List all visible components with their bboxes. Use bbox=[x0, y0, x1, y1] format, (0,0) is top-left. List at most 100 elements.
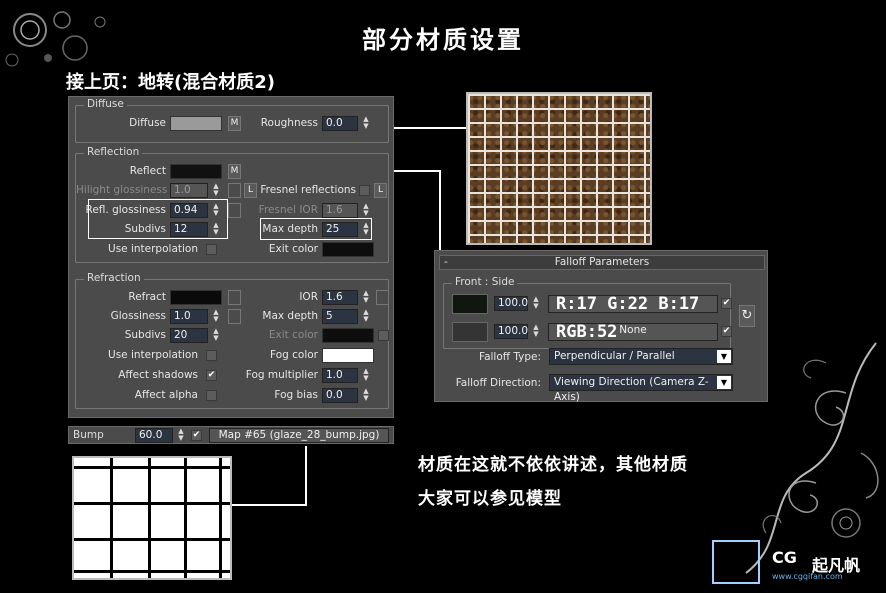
fog-bias-spinner[interactable]: 0.0 bbox=[322, 388, 358, 403]
rollout-collapse-toggle[interactable]: - bbox=[444, 256, 448, 269]
fresnel-ior-label: Fresnel IOR bbox=[258, 204, 318, 216]
highlight-box-max-depth bbox=[260, 218, 372, 240]
reflect-use-interpolation-checkbox[interactable] bbox=[206, 244, 217, 255]
refraction-group-title: Refraction bbox=[84, 272, 144, 284]
refract-exit-color-checkbox[interactable] bbox=[378, 330, 389, 341]
side-color-swatch[interactable] bbox=[452, 322, 488, 342]
falloff-title: Falloff Parameters bbox=[554, 256, 650, 268]
ior-spinner[interactable]: 1.6 bbox=[322, 290, 358, 305]
refract-max-depth-label: Max depth bbox=[262, 310, 318, 322]
refract-gloss-spin-arrows[interactable]: ▲ ▼ bbox=[211, 309, 221, 324]
affect-alpha-label: Affect alpha bbox=[134, 389, 198, 401]
watermark-brand: CG bbox=[772, 548, 797, 567]
fog-mult-spin-arrows[interactable]: ▲ ▼ bbox=[361, 368, 371, 383]
roughness-label: Roughness bbox=[260, 117, 318, 129]
refract-use-interpolation-checkbox[interactable] bbox=[206, 350, 217, 361]
hilight-glossiness-label: Hilight glossiness bbox=[76, 184, 168, 196]
front-spin-arrows[interactable]: ▲ ▼ bbox=[531, 296, 541, 311]
diffuse-label: Diffuse bbox=[129, 117, 166, 129]
note-line-2: 大家可以参见模型 bbox=[418, 489, 562, 509]
diffuse-group: Diffuse Diffuse M Roughness 0.0 ▲ ▼ bbox=[75, 98, 389, 143]
front-rgb-annotation: R:17 G:22 B:17 bbox=[556, 294, 700, 314]
note-line-1: 材质在这就不依依讲述，其他材质 bbox=[418, 455, 688, 475]
slide-title: 部分材质设置 bbox=[362, 26, 524, 54]
affect-alpha-checkbox[interactable] bbox=[206, 390, 217, 401]
refract-max-depth-spinner[interactable]: 5 bbox=[322, 309, 358, 324]
falloff-type-value: Perpendicular / Parallel bbox=[554, 350, 675, 362]
refraction-group: Refraction Refract IOR 1.6 ▲ ▼ Glossiness… bbox=[75, 272, 389, 409]
reflect-exit-color-label: Exit color bbox=[268, 243, 318, 255]
refract-gloss-map-button[interactable] bbox=[228, 309, 241, 324]
ior-map-button[interactable] bbox=[376, 290, 389, 305]
bump-spin-arrows[interactable]: ▲ ▼ bbox=[176, 428, 186, 443]
fog-bias-label: Fog bias bbox=[274, 389, 318, 401]
affect-shadows-label: Affect shadows bbox=[118, 369, 198, 381]
front-map-checkbox[interactable]: ✔ bbox=[721, 298, 732, 309]
falloff-direction-value: Viewing Direction (Camera Z-Axis) bbox=[554, 376, 709, 403]
refract-exit-color-label: Exit color bbox=[268, 329, 318, 341]
refract-color-swatch[interactable] bbox=[170, 290, 222, 305]
reflect-map-button[interactable]: M bbox=[228, 164, 241, 179]
diffuse-group-title: Diffuse bbox=[84, 98, 127, 110]
front-color-swatch[interactable] bbox=[452, 294, 488, 314]
bump-map-button[interactable]: Map #65 (glaze_28_bump.jpg) bbox=[209, 428, 389, 443]
hilight-map-button[interactable] bbox=[228, 183, 241, 198]
reflect-color-swatch[interactable] bbox=[170, 164, 222, 179]
note-text: 材质在这就不依依讲述，其他材质 大家可以参见模型 bbox=[418, 448, 688, 516]
vray-material-panel: Diffuse Diffuse M Roughness 0.0 ▲ ▼ Refle… bbox=[68, 96, 394, 418]
bump-map-row: Bump 60.0 ▲ ▼ ✔ Map #65 (glaze_28_bump.jp… bbox=[68, 426, 394, 444]
bump-amount-spinner[interactable]: 60.0 bbox=[135, 428, 173, 443]
fresnel-lock-button[interactable]: L bbox=[374, 183, 387, 198]
falloff-direction-dropdown[interactable]: Viewing Direction (Camera Z-Axis) ▼ bbox=[549, 374, 733, 403]
front-side-title: Front : Side bbox=[452, 276, 518, 288]
reflection-group-title: Reflection bbox=[84, 146, 143, 158]
refract-exit-color-swatch[interactable] bbox=[322, 328, 374, 343]
fog-bias-spin-arrows[interactable]: ▲ ▼ bbox=[361, 388, 371, 403]
falloff-rollout-header[interactable]: - Falloff Parameters bbox=[439, 255, 765, 270]
fog-color-label: Fog color bbox=[270, 349, 318, 361]
slide-subtitle: 接上页：地转(混合材质2) bbox=[66, 72, 275, 93]
refract-use-interpolation-label: Use interpolation bbox=[108, 349, 198, 361]
refract-label: Refract bbox=[128, 291, 166, 303]
affect-shadows-checkbox[interactable]: ✔ bbox=[206, 370, 217, 381]
reflect-use-interpolation-label: Use interpolation bbox=[108, 243, 198, 255]
refract-glossiness-label: Glossiness bbox=[110, 310, 166, 322]
fresnel-reflections-checkbox[interactable] bbox=[359, 185, 370, 196]
fog-multiplier-label: Fog multiplier bbox=[245, 369, 318, 381]
ior-spin-arrows[interactable]: ▲ ▼ bbox=[361, 290, 371, 305]
bump-enable-checkbox[interactable]: ✔ bbox=[191, 430, 202, 441]
refract-max-depth-spin-arrows[interactable]: ▲ ▼ bbox=[361, 309, 371, 324]
diffuse-color-swatch[interactable] bbox=[170, 116, 222, 131]
reflection-group: Reflection Reflect M Hilight glossiness … bbox=[75, 146, 389, 263]
reflect-exit-color-swatch[interactable] bbox=[322, 242, 374, 257]
refract-map-button[interactable] bbox=[228, 290, 241, 305]
fog-color-swatch[interactable] bbox=[322, 348, 374, 363]
floor-tile-diffuse-texture bbox=[466, 92, 652, 245]
fresnel-ior-spinner[interactable]: 1.6 bbox=[322, 203, 358, 218]
refract-glossiness-spinner[interactable]: 1.0 bbox=[170, 309, 208, 324]
hilight-glossiness-spinner[interactable]: 1.0 bbox=[170, 183, 208, 198]
fog-multiplier-spinner[interactable]: 1.0 bbox=[322, 368, 358, 383]
side-spin-arrows[interactable]: ▲ ▼ bbox=[531, 324, 541, 339]
fresnel-reflections-label: Fresnel reflections bbox=[260, 184, 356, 196]
highlight-box-glossiness bbox=[88, 199, 228, 239]
bump-label: Bump bbox=[73, 429, 104, 441]
diffuse-map-button[interactable]: M bbox=[228, 116, 241, 131]
falloff-type-label: Falloff Type: bbox=[479, 351, 541, 363]
falloff-direction-label: Falloff Direction: bbox=[455, 377, 541, 389]
roughness-spinner[interactable]: 0.0 bbox=[322, 116, 358, 131]
roughness-spin-arrows[interactable]: ▲ ▼ bbox=[361, 116, 371, 131]
refl-gloss-map-button[interactable] bbox=[228, 203, 241, 218]
fresnel-ior-spin-arrows[interactable]: ▲ ▼ bbox=[361, 203, 371, 218]
side-map-checkbox[interactable]: ✔ bbox=[721, 326, 732, 337]
refract-subdivs-label: Subdivs bbox=[124, 329, 166, 341]
falloff-type-dropdown[interactable]: Perpendicular / Parallel ▼ bbox=[549, 348, 733, 365]
bump-tile-texture bbox=[72, 456, 232, 580]
side-amount-spinner[interactable]: 100.0 bbox=[494, 324, 528, 339]
watermark-logo bbox=[712, 540, 760, 584]
swap-colors-icon[interactable]: ↻ bbox=[739, 305, 755, 327]
refract-subdivs-spin-arrows[interactable]: ▲ ▼ bbox=[211, 328, 221, 343]
refract-subdivs-spinner[interactable]: 20 bbox=[170, 328, 208, 343]
front-amount-spinner[interactable]: 100.0 bbox=[494, 296, 528, 311]
hilight-spin-arrows[interactable]: ▲ ▼ bbox=[211, 183, 221, 198]
